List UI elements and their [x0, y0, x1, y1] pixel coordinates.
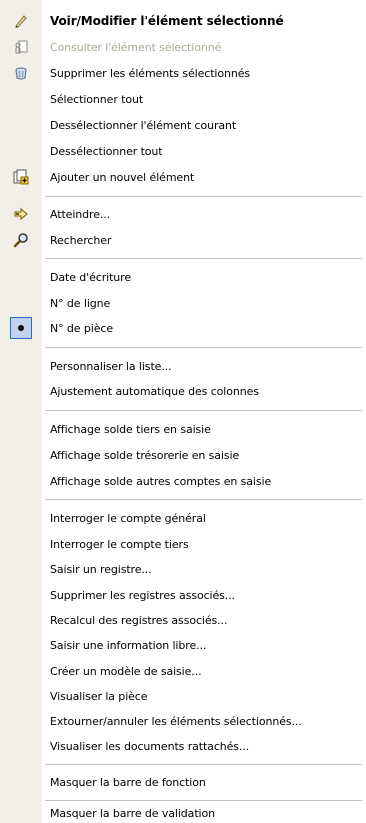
menu-item-label: Masquer la barre de validation: [50, 807, 215, 820]
menu-item-consulter[interactable]: Consulter l'élément sélectionné: [0, 34, 366, 60]
menu-item-label: N° de pièce: [50, 321, 113, 335]
menu-item-saisir-registre[interactable]: Saisir un registre...: [0, 556, 366, 582]
menu-item-ajouter[interactable]: Ajouter un nouvel élément: [0, 164, 366, 190]
menu-separator: [45, 410, 362, 411]
menu-item-label: Affichage solde tiers en saisie: [50, 422, 211, 436]
menu-item-label: Masquer la barre de fonction: [50, 775, 206, 789]
menu-item-voir-modifier[interactable]: Voir/Modifier l'élément sélectionné: [0, 8, 366, 34]
menu-item-masquer-validation[interactable]: Masquer la barre de validation: [0, 804, 366, 823]
menu-item-interroger-tiers[interactable]: Interroger le compte tiers: [0, 531, 366, 557]
menu-item-label: Supprimer les éléments sélectionnés: [50, 66, 251, 80]
menu-item-label: Saisir un registre...: [50, 562, 152, 576]
menu-separator: [45, 258, 362, 259]
menu-item-visualiser-piece[interactable]: Visualiser la pièce: [0, 683, 366, 709]
menu-separator: [45, 196, 362, 197]
menu-item-label: N° de ligne: [50, 296, 111, 310]
menu-item-extourner[interactable]: Extourner/annuler les éléments sélection…: [0, 708, 366, 734]
menu-item-label: Interroger le compte tiers: [50, 537, 189, 551]
menu-separator: [45, 764, 362, 765]
menu-item-solde-tiers[interactable]: Affichage solde tiers en saisie: [0, 416, 366, 442]
menu-item-supprimer[interactable]: Supprimer les éléments sélectionnés: [0, 60, 366, 86]
menu-item-label: Saisir une information libre...: [50, 638, 207, 652]
context-menu: Voir/Modifier l'élément sélectionné Cons…: [0, 0, 366, 823]
add-item-icon: [0, 164, 42, 190]
menu-item-documents-rattaches[interactable]: Visualiser les documents rattachés...: [0, 733, 366, 759]
menu-item-label: Supprimer les registres associés...: [50, 588, 235, 602]
menu-item-selectionner-tout[interactable]: Sélectionner tout: [0, 86, 366, 112]
menu-item-information-libre[interactable]: Saisir une information libre...: [0, 632, 366, 658]
menu-item-label: Dessélectionner l'élément courant: [50, 118, 237, 132]
menu-item-recalcul-registres[interactable]: Recalcul des registres associés...: [0, 607, 366, 633]
menu-item-label: Interroger le compte général: [50, 511, 206, 525]
menu-item-label: Consulter l'élément sélectionné: [50, 40, 222, 54]
menu-separator: [45, 499, 362, 500]
menu-item-label: Créer un modèle de saisie...: [50, 664, 202, 678]
menu-item-masquer-fonction[interactable]: Masquer la barre de fonction: [0, 769, 366, 795]
menu-item-label: Atteindre...: [50, 207, 111, 221]
goto-icon: [0, 201, 42, 227]
search-icon: [0, 227, 42, 253]
menu-item-interroger-general[interactable]: Interroger le compte général: [0, 505, 366, 531]
menu-item-label: Personnaliser la liste...: [50, 359, 172, 373]
menu-item-label: Dessélectionner tout: [50, 144, 163, 158]
menu-item-deselectionner-tout[interactable]: Dessélectionner tout: [0, 138, 366, 164]
menu-item-label: Ajouter un nouvel élément: [50, 170, 195, 184]
menu-item-solde-autres[interactable]: Affichage solde autres comptes en saisie: [0, 468, 366, 494]
menu-item-label: Sélectionner tout: [50, 92, 144, 106]
menu-item-supprimer-registres[interactable]: Supprimer les registres associés...: [0, 582, 366, 608]
menu-item-label: Ajustement automatique des colonnes: [50, 384, 259, 398]
menu-item-label: Affichage solde autres comptes en saisie: [50, 474, 272, 488]
menu-item-label: Extourner/annuler les éléments sélection…: [50, 714, 302, 728]
menu-item-label: Rechercher: [50, 233, 112, 247]
menu-item-ajustement-colonnes[interactable]: Ajustement automatique des colonnes: [0, 378, 366, 404]
menu-item-no-piece[interactable]: N° de pièce: [0, 315, 366, 341]
menu-separator: [45, 347, 362, 348]
menu-item-rechercher[interactable]: Rechercher: [0, 227, 366, 253]
menu-item-no-ligne[interactable]: N° de ligne: [0, 290, 366, 316]
radio-check-icon: [10, 317, 32, 339]
menu-item-label: Visualiser la pièce: [50, 689, 148, 703]
menu-item-label: Visualiser les documents rattachés...: [50, 739, 250, 753]
menu-item-personnaliser[interactable]: Personnaliser la liste...: [0, 353, 366, 379]
menu-item-solde-tresorerie[interactable]: Affichage solde trésorerie en saisie: [0, 442, 366, 468]
menu-item-label: Affichage solde trésorerie en saisie: [50, 448, 240, 462]
menu-item-modele-saisie[interactable]: Créer un modèle de saisie...: [0, 658, 366, 684]
menu-item-date-ecriture[interactable]: Date d'écriture: [0, 264, 366, 290]
menu-item-atteindre[interactable]: Atteindre...: [0, 201, 366, 227]
menu-separator: [45, 800, 362, 801]
pencil-icon: [0, 8, 42, 34]
menu-item-label: Date d'écriture: [50, 270, 132, 284]
menu-item-label: Recalcul des registres associés...: [50, 613, 228, 627]
trash-icon: [0, 60, 42, 86]
menu-item-label: Voir/Modifier l'élément sélectionné: [50, 14, 284, 28]
consult-icon: [0, 34, 42, 60]
menu-item-deselectionner-courant[interactable]: Dessélectionner l'élément courant: [0, 112, 366, 138]
